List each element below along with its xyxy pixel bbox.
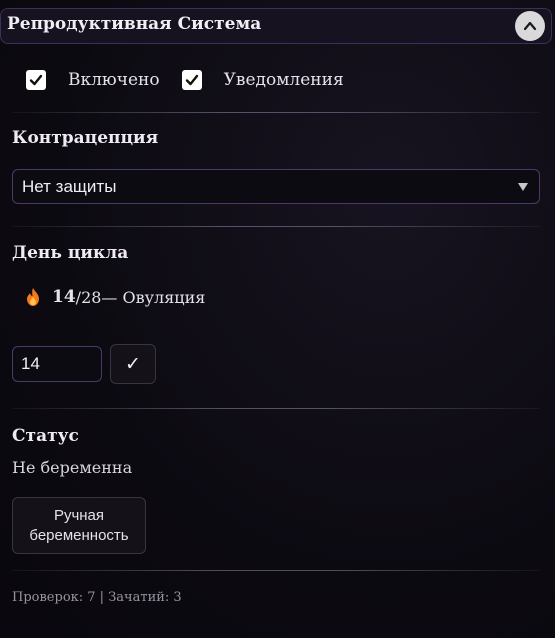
notifications-label: Уведомления	[223, 70, 344, 90]
collapse-button[interactable]	[515, 11, 545, 41]
contraception-selected-value: Нет защиты	[22, 177, 117, 196]
stats-footer: Проверок: 7 | Зачатий: 3	[12, 590, 182, 605]
notifications-checkbox[interactable]	[181, 70, 202, 90]
dropdown-arrow-icon	[518, 183, 528, 191]
panel-header[interactable]: Репродуктивная Система	[0, 8, 552, 44]
enabled-toggle[interactable]: Включено	[26, 70, 160, 90]
contraception-title: Контрацепция	[12, 128, 159, 148]
divider	[12, 408, 540, 409]
contraception-select[interactable]: Нет защиты	[12, 169, 540, 204]
checkmark-icon	[29, 74, 43, 86]
status-title: Статус	[12, 426, 79, 446]
panel-title: Репродуктивная Система	[7, 14, 262, 34]
cycle-title: День цикла	[12, 243, 129, 263]
divider	[12, 570, 540, 571]
fire-icon	[27, 288, 39, 306]
cycle-status-line: 14/28 — Овуляция	[24, 287, 205, 307]
confirm-day-button[interactable]: ✓	[110, 344, 156, 384]
checkmark-icon	[185, 74, 198, 86]
enabled-label: Включено	[68, 70, 160, 90]
notifications-toggle[interactable]: Уведомления	[181, 70, 344, 90]
toggles-row: Включено Уведомления	[26, 70, 366, 90]
manual-pregnancy-button[interactable]: Ручная беременность	[12, 497, 146, 554]
status-value: Не беременна	[12, 458, 133, 477]
divider	[12, 226, 540, 227]
reproductive-panel: Репродуктивная Система Включено Уведомле…	[0, 0, 555, 638]
cycle-total: /28	[75, 287, 102, 307]
chevron-up-icon	[523, 21, 537, 31]
divider	[12, 112, 540, 113]
cycle-phase: — Овуляция	[101, 287, 206, 307]
cycle-day: 14	[52, 287, 76, 307]
enabled-checkbox[interactable]	[26, 70, 46, 90]
cycle-day-input[interactable]	[12, 346, 102, 382]
